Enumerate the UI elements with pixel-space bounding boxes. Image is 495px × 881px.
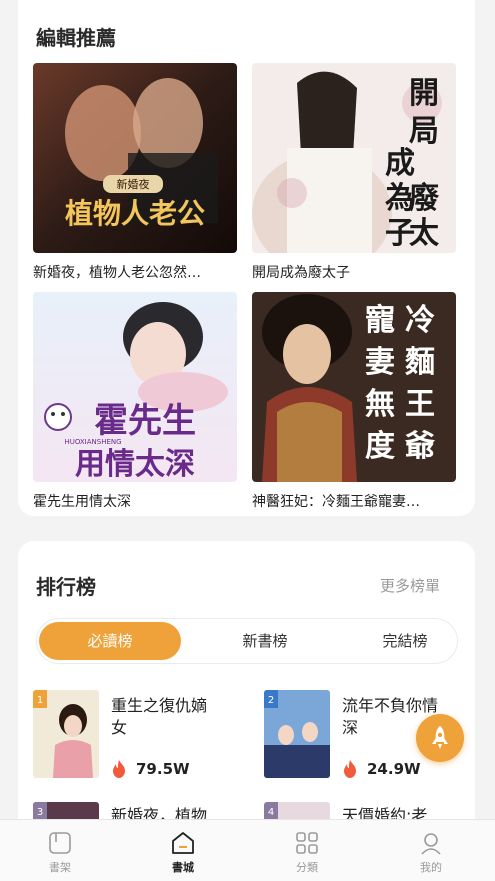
ranking-card: 排行榜 更多榜單 必讀榜 新書榜 完結榜 1 重生之復仇嫡女 79.5W 2 流… xyxy=(18,541,475,881)
fire-icon xyxy=(344,760,356,778)
svg-text:無: 無 xyxy=(365,387,395,422)
svg-text:度: 度 xyxy=(365,429,395,464)
book-title-1[interactable]: 新婚夜，植物人老公忽然… xyxy=(33,262,238,282)
svg-text:局: 局 xyxy=(409,114,439,149)
tabbar-bookstore[interactable]: 書城 xyxy=(153,830,213,875)
svg-text:廢: 廢 xyxy=(409,181,440,216)
rocket-icon xyxy=(432,726,448,749)
ranking-tabs: 必讀榜 新書榜 完結榜 xyxy=(36,618,458,664)
tabbar-label-profile: 我的 xyxy=(420,861,442,874)
fire-icon xyxy=(113,760,125,778)
rank-badge-4: 4 xyxy=(268,807,274,818)
svg-text:妻: 妻 xyxy=(365,345,395,380)
svg-text:寵: 寵 xyxy=(365,303,395,338)
book-cover-2[interactable]: 開 局 成 為 廢 太 子 xyxy=(252,63,456,253)
rank-cover-1[interactable]: 1 xyxy=(33,690,99,778)
svg-text:爺: 爺 xyxy=(405,429,435,464)
tabbar-category[interactable]: 分類 xyxy=(277,830,337,875)
book-title-3[interactable]: 霍先生用情太深 xyxy=(33,491,238,511)
rank-reads-2: 24.9W xyxy=(367,760,421,778)
bookstore-icon xyxy=(172,832,194,854)
svg-text:成: 成 xyxy=(385,146,415,181)
rank-cover-2[interactable]: 2 xyxy=(264,690,330,778)
cover-3-pinyin: HUOXIANSHENG xyxy=(64,438,121,446)
book-cover-4[interactable]: 冷 麵 王 爺 寵 妻 無 度 xyxy=(252,292,456,482)
bookshelf-icon xyxy=(49,832,71,854)
cover-1-title: 植物人老公 xyxy=(65,197,205,230)
svg-text:王: 王 xyxy=(405,387,435,422)
tabbar-profile[interactable]: 我的 xyxy=(401,830,461,875)
book-cover-1[interactable]: 新婚夜 植物人老公 xyxy=(33,63,237,253)
tabbar-label-bookstore: 書城 xyxy=(172,861,194,874)
bottom-tab-bar: 書架 書城 分類 我的 xyxy=(0,819,495,881)
tabbar-label-category: 分類 xyxy=(296,861,318,874)
svg-text:麵: 麵 xyxy=(405,345,435,380)
category-icon xyxy=(296,832,318,854)
profile-icon xyxy=(421,833,441,855)
rank-reads-1: 79.5W xyxy=(136,760,190,778)
editor-recommend-card: 編輯推薦 新婚夜 植物人老公 新婚夜，植物人老公忽然… 開 局 成 為 廢 太 … xyxy=(18,0,475,516)
ranking-title: 排行榜 xyxy=(36,575,96,599)
tabbar-bookshelf[interactable]: 書架 xyxy=(30,830,90,875)
rank-badge-3: 3 xyxy=(37,807,43,818)
rank-title-1[interactable]: 重生之復仇嫡女 xyxy=(111,695,221,739)
cover-3-title: 霍先生 xyxy=(94,401,196,441)
book-title-2[interactable]: 開局成為廢太子 xyxy=(252,262,457,282)
more-rankings-link[interactable]: 更多榜單 xyxy=(380,575,440,596)
rocket-fab-button[interactable] xyxy=(416,714,464,762)
tab-new-books[interactable]: 新書榜 xyxy=(194,619,336,663)
rank-badge-2: 2 xyxy=(268,695,274,706)
svg-text:開: 開 xyxy=(409,76,439,111)
tab-completed[interactable]: 完結榜 xyxy=(334,619,476,663)
tab-must-read[interactable]: 必讀榜 xyxy=(39,622,181,660)
svg-text:子: 子 xyxy=(385,216,415,251)
cover-3-subtitle: 用情太深 xyxy=(75,447,195,482)
book-title-4[interactable]: 神醫狂妃：冷麵王爺寵妻… xyxy=(252,491,457,511)
cover-1-badge: 新婚夜 xyxy=(117,177,150,191)
svg-text:冷: 冷 xyxy=(405,303,435,338)
rank-badge-1: 1 xyxy=(37,695,43,706)
book-cover-3[interactable]: 霍先生 HUOXIANSHENG 用情太深 xyxy=(33,292,237,482)
editor-recommend-title: 編輯推薦 xyxy=(36,26,116,50)
tabbar-label-bookshelf: 書架 xyxy=(49,861,71,874)
